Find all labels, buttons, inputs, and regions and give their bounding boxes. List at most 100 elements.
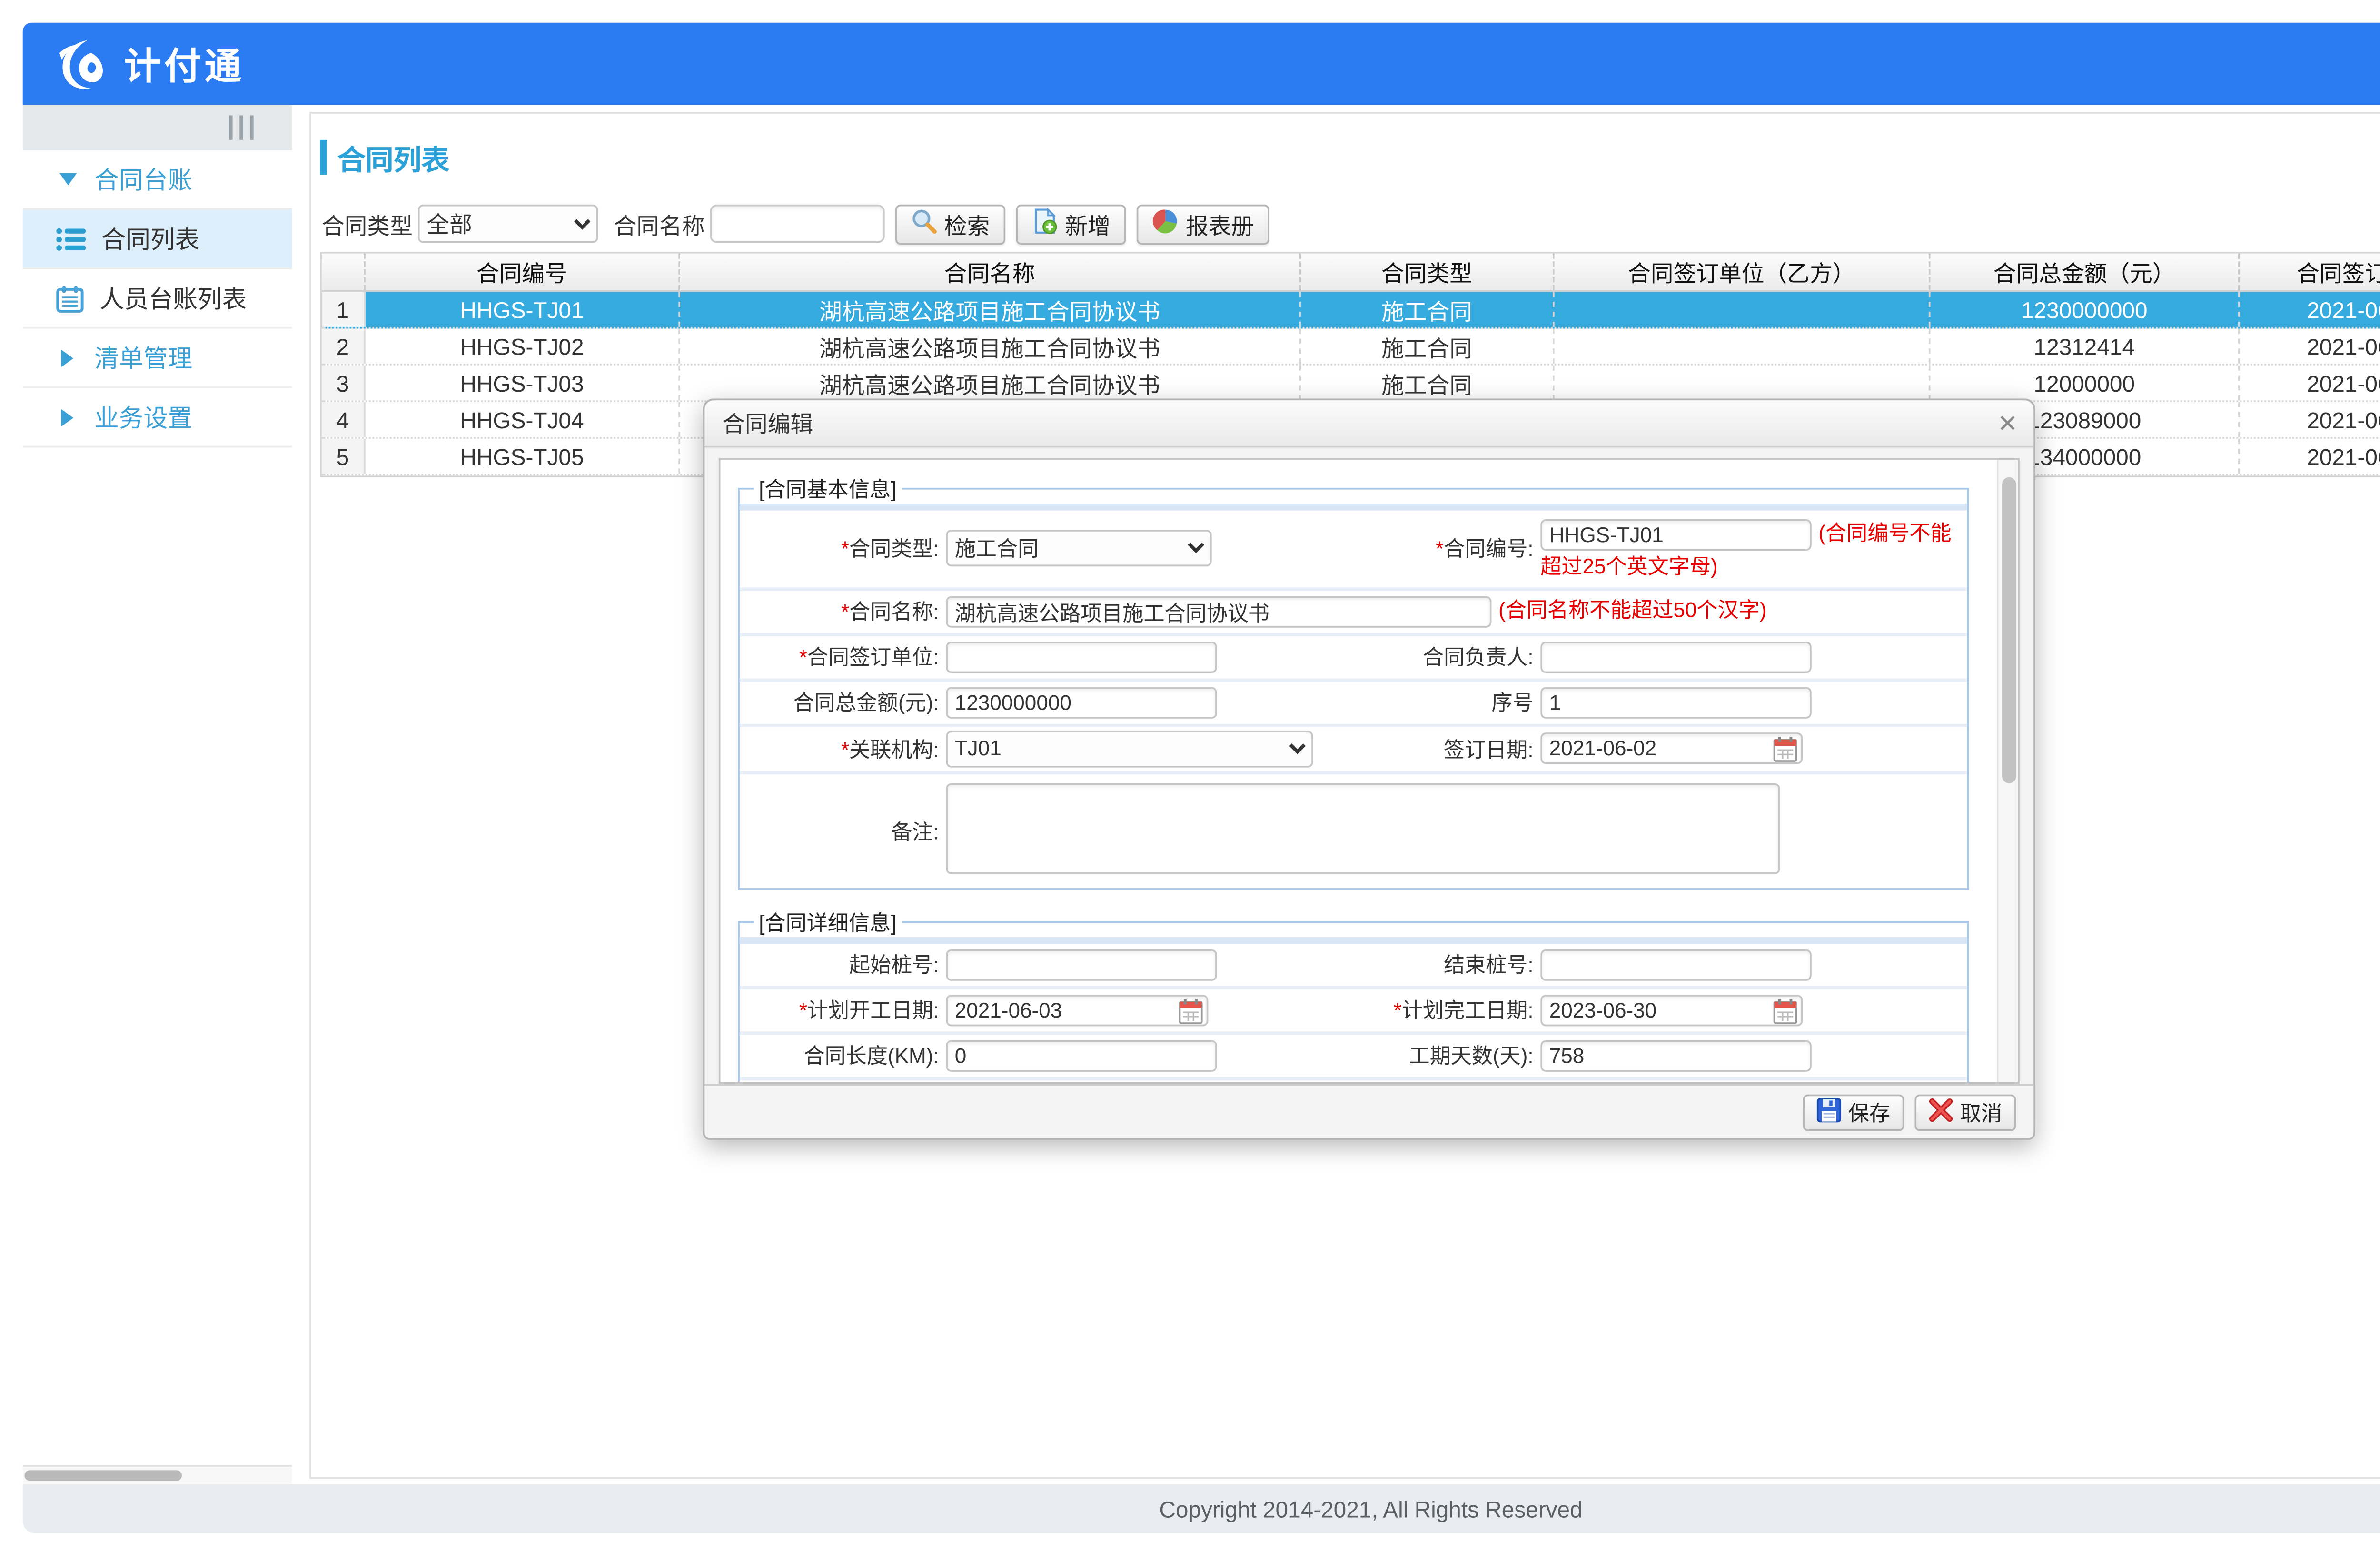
plan-start-label: *计划开工日期: [740, 995, 946, 1025]
column-header[interactable]: 合同类型 [1301, 254, 1555, 290]
contract-name-cell: 湖杭高速公路项目施工合同协议书 [680, 329, 1301, 364]
table-header-row: 合同编号 合同名称 合同类型 合同签订单位（乙方） 合同总金额（元） 合同签订日… [322, 254, 2380, 292]
report-button[interactable]: 报表册 [1137, 204, 1269, 244]
top-bar: 计付通 通知 [23, 23, 2380, 105]
days-input[interactable] [1540, 1040, 1811, 1071]
contract-name-filter-label: 合同名称 [614, 207, 704, 240]
contract-name-input[interactable] [946, 597, 1491, 628]
dialog-vertical-scrollbar[interactable] [1997, 460, 2018, 1082]
app-title: 计付通 [124, 38, 245, 90]
brand: 计付通 [52, 36, 245, 92]
table-row[interactable]: 1 HHGS-TJ01 湖杭高速公路项目施工合同协议书 施工合同 1230000… [322, 292, 2380, 328]
logo-icon [52, 36, 109, 92]
party-cell [1555, 329, 1931, 364]
contract-code-cell: HHGS-TJ04 [366, 402, 680, 437]
party-cell [1555, 292, 1931, 326]
contract-code-cell: HHGS-TJ05 [366, 439, 680, 474]
row-index: 5 [322, 439, 366, 474]
cancel-button[interactable]: 取消 [1914, 1094, 2016, 1130]
plan-end-input[interactable] [1540, 995, 1803, 1026]
date-cell: 2021-06-02 [2240, 439, 2380, 474]
form-row: 建设单位: [740, 1080, 1967, 1084]
length-label: 合同长度(KM): [740, 1041, 946, 1070]
plan-end-label: *计划完工日期: [1331, 995, 1541, 1025]
section-legend: [合同基本信息] [754, 474, 902, 504]
form-row: 起始桩号: 结束桩号: [740, 944, 1967, 989]
dialog-body: [合同基本信息] *合同类型: 施工合同 *合同编号: (合同编号不能超过25个… [719, 458, 2020, 1084]
sequence-input[interactable] [1540, 687, 1811, 718]
contract-code-cell: HHGS-TJ02 [366, 329, 680, 364]
column-header[interactable]: 合同总金额（元） [1931, 254, 2240, 290]
contract-type-filter-select[interactable]: 全部 [418, 205, 598, 243]
section-accent-band [740, 504, 1967, 511]
total-amount-input[interactable] [946, 687, 1217, 718]
sidebar-item-label: 人员台账列表 [99, 281, 247, 316]
row-index: 3 [322, 366, 366, 400]
caret-right-icon [61, 408, 74, 426]
sidebar-item-label: 业务设置 [94, 399, 192, 434]
list-icon [56, 227, 86, 251]
contract-code-input[interactable] [1540, 519, 1811, 550]
row-index: 4 [322, 402, 366, 437]
sidebar-item-list-management[interactable]: 清单管理 [23, 329, 292, 388]
sidebar-item-contract-list[interactable]: 合同列表 [23, 210, 292, 269]
contract-type-cell: 施工合同 [1301, 329, 1555, 364]
form-row: 合同长度(KM): 工期天数(天): [740, 1035, 1967, 1080]
scrollbar-thumb[interactable] [24, 1470, 182, 1481]
sidebar: 合同台账 合同列表 [23, 105, 292, 1484]
start-stake-input[interactable] [946, 949, 1217, 980]
cancel-x-icon [1929, 1097, 1953, 1127]
add-button[interactable]: 新增 [1016, 204, 1126, 244]
form-row: *合同类型: 施工合同 *合同编号: (合同编号不能超过25个英文字母) [740, 511, 1967, 591]
remark-textarea[interactable] [946, 783, 1780, 874]
contract-type-cell: 施工合同 [1301, 292, 1555, 326]
days-label: 工期天数(天): [1331, 1041, 1541, 1070]
dialog-title: 合同编辑 [722, 411, 813, 437]
basic-info-section: [合同基本信息] *合同类型: 施工合同 *合同编号: (合同编号不能超过25个… [738, 474, 1969, 890]
amount-cell: 12000000 [1931, 366, 2240, 400]
section-legend: [合同详细信息] [754, 907, 902, 937]
manager-label: 合同负责人: [1331, 642, 1541, 672]
column-header[interactable]: 合同签订单位（乙方） [1555, 254, 1931, 290]
section-accent-band [740, 937, 1967, 944]
start-stake-label: 起始桩号: [740, 950, 946, 979]
detail-info-section: [合同详细信息] 起始桩号: 结束桩号: *计划开工日期: *计划完工日期: [738, 907, 1969, 1084]
contract-name-cell: 湖杭高速公路项目施工合同协议书 [680, 366, 1301, 400]
page-footer: Copyright 2014-2021, All Rights Reserved [23, 1484, 2380, 1533]
sign-unit-input[interactable] [946, 642, 1217, 673]
column-header[interactable]: 合同编号 [366, 254, 680, 290]
form-row: *合同名称: (合同名称不能超过50个汉字) [740, 591, 1967, 636]
save-button[interactable]: 保存 [1803, 1094, 1904, 1130]
sidebar-item-contract-ledger[interactable]: 合同台账 [23, 150, 292, 210]
contract-type-select[interactable]: 施工合同 [946, 531, 1211, 567]
table-row[interactable]: 3 HHGS-TJ03 湖杭高速公路项目施工合同协议书 施工合同 1200000… [322, 366, 2380, 402]
contract-type-label: *合同类型: [740, 534, 946, 563]
column-header[interactable]: 合同签订日期 [2240, 254, 2380, 290]
plan-start-input[interactable] [946, 995, 1208, 1026]
pie-chart-icon [1152, 208, 1179, 239]
end-stake-input[interactable] [1540, 949, 1811, 980]
contract-name-filter-input[interactable] [710, 205, 885, 243]
row-index: 1 [322, 292, 366, 326]
form-row: *合同签订单位: 合同负责人: [740, 636, 1967, 682]
search-button[interactable]: 检索 [895, 204, 1005, 244]
related-org-label: *关联机构: [740, 734, 946, 763]
contract-type-cell: 施工合同 [1301, 366, 1555, 400]
sidebar-item-business-settings[interactable]: 业务设置 [23, 388, 292, 448]
table-row[interactable]: 2 HHGS-TJ02 湖杭高速公路项目施工合同协议书 施工合同 1231241… [322, 329, 2380, 366]
close-icon[interactable]: ✕ [1997, 409, 2018, 437]
sign-date-input[interactable] [1540, 733, 1803, 764]
column-header[interactable]: 合同名称 [680, 254, 1301, 290]
party-cell [1555, 366, 1931, 400]
length-input[interactable] [946, 1040, 1217, 1071]
scrollbar-thumb[interactable] [2002, 477, 2016, 783]
sidebar-horizontal-scrollbar[interactable] [23, 1465, 292, 1484]
sidebar-item-personnel-ledger[interactable]: 人员台账列表 [23, 269, 292, 329]
title-accent-bar [320, 140, 327, 175]
contract-code-cell: HHGS-TJ03 [366, 366, 680, 400]
collapse-handle-icon[interactable] [229, 115, 253, 139]
manager-input[interactable] [1540, 642, 1811, 673]
dialog-title-bar[interactable]: 合同编辑 ✕ [704, 400, 2033, 447]
date-cell: 2021-06-02 [2240, 402, 2380, 437]
related-org-select[interactable]: TJ01 [946, 731, 1313, 767]
